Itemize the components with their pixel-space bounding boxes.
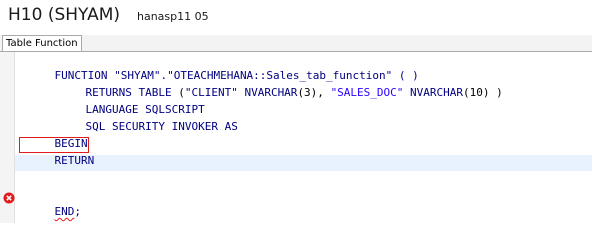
current-line-highlight — [15, 155, 592, 171]
keyword-end: END — [54, 205, 75, 218]
code-line-6[interactable]: RETURN — [28, 137, 95, 167]
tab-table-function[interactable]: Table Function — [2, 35, 82, 51]
keyword-security: SQL SECURITY INVOKER AS — [85, 120, 238, 133]
system-label: hanasp11 05 — [137, 10, 209, 23]
length-2: (10) ) — [463, 86, 503, 99]
code-editor[interactable]: FUNCTION "SHYAM"."OTEACHMEHANA::Sales_ta… — [0, 52, 592, 223]
editor-header: H10 (SHYAM) hanasp11 05 — [0, 0, 592, 34]
code-line-4[interactable]: SQL SECURITY INVOKER AS — [59, 103, 238, 133]
keyword-return: RETURN — [54, 154, 95, 167]
code-line-2[interactable]: RETURNS TABLE ("CLIENT" NVARCHAR(3), "SA… — [59, 69, 503, 99]
code-line-1[interactable]: FUNCTION "SHYAM"."OTEACHMEHANA::Sales_ta… — [28, 52, 419, 82]
length-1: (3), — [297, 86, 331, 99]
error-icon[interactable] — [3, 189, 15, 204]
code-line-3[interactable]: LANGUAGE SQLSCRIPT — [59, 86, 205, 116]
column-sales-doc: "SALES_DOC" — [330, 86, 404, 99]
tab-bar: Table Function — [0, 35, 592, 52]
type-nvarchar-2: NVARCHAR — [403, 86, 464, 99]
object-title: H10 (SHYAM) — [8, 5, 121, 25]
code-line-7[interactable]: END; — [28, 188, 82, 218]
code-line-5[interactable]: BEGIN — [28, 120, 88, 150]
type-nvarchar-1: NVARCHAR — [237, 86, 298, 99]
end-semicolon: ; — [74, 205, 81, 218]
